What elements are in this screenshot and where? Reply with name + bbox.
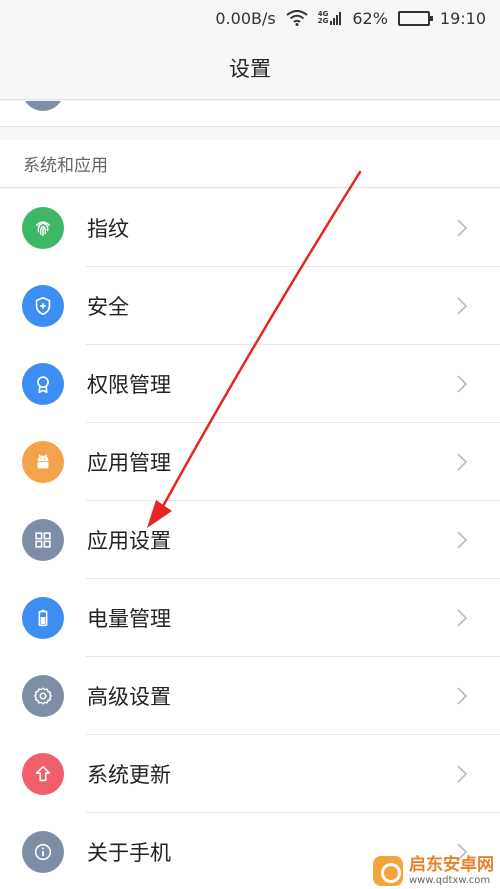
item-label: 权限管理 (87, 373, 171, 397)
watermark-url: www.qdtxw.com (409, 875, 491, 886)
badge-icon (22, 363, 64, 405)
list-item-app-settings[interactable]: 应用设置 (0, 501, 500, 579)
page-title: 设置 (229, 56, 271, 81)
item-label: 应用管理 (87, 451, 171, 475)
battery-percent: 62% (352, 8, 388, 28)
chevron-right-icon (457, 687, 468, 705)
list-item-fingerprint[interactable]: 指纹 (0, 189, 500, 267)
info-icon (22, 831, 64, 873)
status-bar: 0.00B/s 4G 2G 62% 19:10 (0, 0, 500, 36)
grid-icon (22, 519, 64, 561)
list-item-system-update[interactable]: 系统更新 (0, 735, 500, 813)
section-header: 系统和应用 (0, 140, 500, 188)
item-label: 高级设置 (87, 685, 171, 709)
chevron-right-icon (457, 453, 468, 471)
watermark-name: 启东安卓网 (409, 855, 494, 875)
network-speed: 0.00B/s (215, 8, 276, 28)
battery-icon (22, 597, 64, 639)
item-label: 关于手机 (87, 841, 171, 865)
title-bar: 设置 (0, 36, 500, 100)
item-label: 安全 (87, 295, 129, 319)
net-2g-label: 2G (317, 17, 329, 25)
wifi-icon (286, 10, 308, 26)
chevron-right-icon (457, 531, 468, 549)
clock: 19:10 (439, 8, 486, 28)
partial-item-icon (22, 101, 64, 111)
upload-arrow-icon (22, 753, 64, 795)
section-title: 系统和应用 (23, 156, 108, 176)
gear-icon (22, 675, 64, 717)
list-item-permissions[interactable]: 权限管理 (0, 345, 500, 423)
chevron-right-icon (457, 609, 468, 627)
chevron-right-icon (457, 219, 468, 237)
settings-list: 指纹 安全 权限管理 应用管理 应用设置 电量管理 高级设置 系统更新 关于手机 (0, 189, 500, 889)
item-label: 系统更新 (87, 763, 171, 787)
chevron-right-icon (457, 375, 468, 393)
watermark-logo (373, 856, 403, 886)
chevron-right-icon (457, 297, 468, 315)
item-label: 电量管理 (87, 607, 171, 631)
shield-icon (22, 285, 64, 327)
android-icon (22, 441, 64, 483)
item-label: 指纹 (87, 217, 129, 241)
chevron-right-icon (457, 765, 468, 783)
previous-list-item-partial[interactable] (0, 101, 500, 127)
list-item-security[interactable]: 安全 (0, 267, 500, 345)
cellular-signal-icon: 4G 2G (318, 11, 343, 25)
list-item-battery[interactable]: 电量管理 (0, 579, 500, 657)
list-item-advanced-settings[interactable]: 高级设置 (0, 657, 500, 735)
item-label: 应用设置 (87, 529, 171, 553)
watermark: 启东安卓网 www.qdtxw.com (373, 855, 494, 887)
list-item-app-management[interactable]: 应用管理 (0, 423, 500, 501)
fingerprint-icon (22, 207, 64, 249)
battery-icon (397, 10, 433, 26)
